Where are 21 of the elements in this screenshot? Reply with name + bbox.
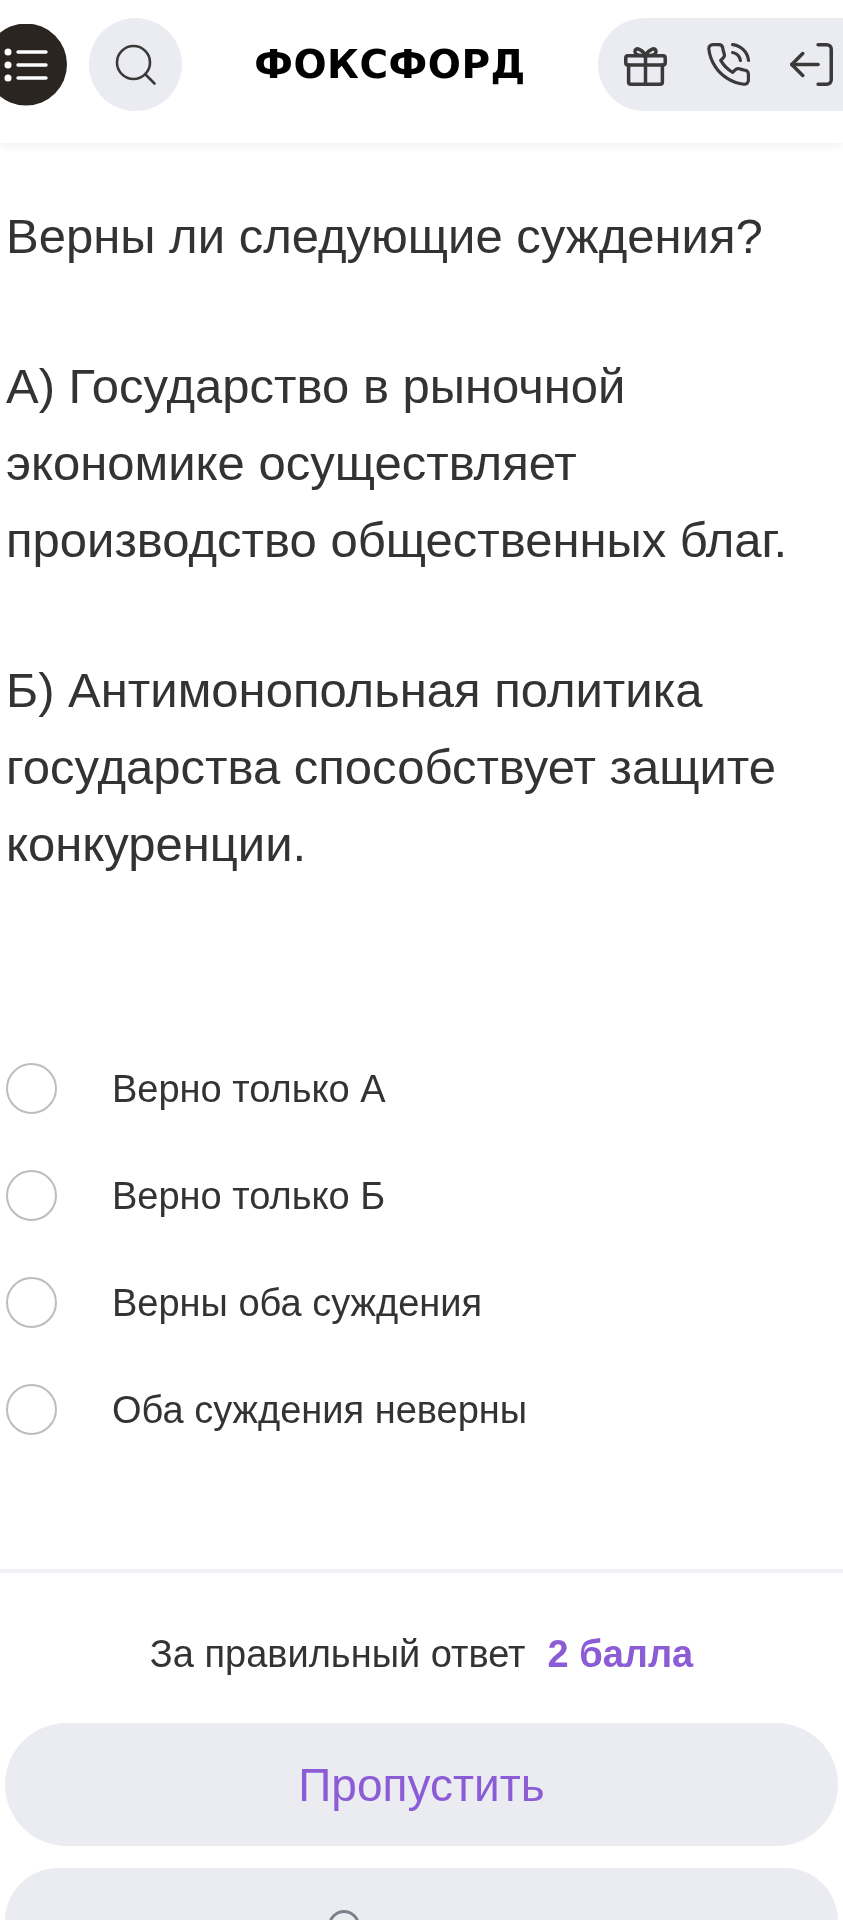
search-icon (114, 43, 157, 86)
phone-icon[interactable] (707, 43, 750, 86)
question-text: Верны ли следующие суждения? (6, 208, 764, 265)
score-label: За правильный ответ (149, 1632, 526, 1677)
radio-button[interactable] (6, 1384, 57, 1435)
radio-button[interactable] (6, 1063, 57, 1114)
option-label[interactable]: Верно только Б (112, 1172, 386, 1219)
option-label[interactable]: Верны оба суждения (112, 1279, 483, 1326)
ring-icon (327, 1909, 361, 1920)
logo[interactable]: ФОКСФОРД (254, 41, 526, 88)
menu-icon (4, 47, 48, 82)
logout-icon[interactable] (790, 43, 833, 86)
statement-text: А) Государство в рыночной экономике осуществляет производство общественных благ. (6, 358, 789, 569)
skip-button[interactable]: Пропустить (5, 1723, 838, 1846)
option-label[interactable]: Верно только А (112, 1065, 386, 1112)
radio-button[interactable] (6, 1170, 57, 1221)
score-value: 2 балла (547, 1632, 694, 1677)
statement-text: Б) Антимонопольная политика государства способствует защите конкуренции. (6, 662, 777, 873)
radio-button[interactable] (6, 1277, 57, 1328)
menu-button[interactable] (0, 23, 67, 106)
option-label[interactable]: Оба суждения неверны (112, 1386, 528, 1433)
